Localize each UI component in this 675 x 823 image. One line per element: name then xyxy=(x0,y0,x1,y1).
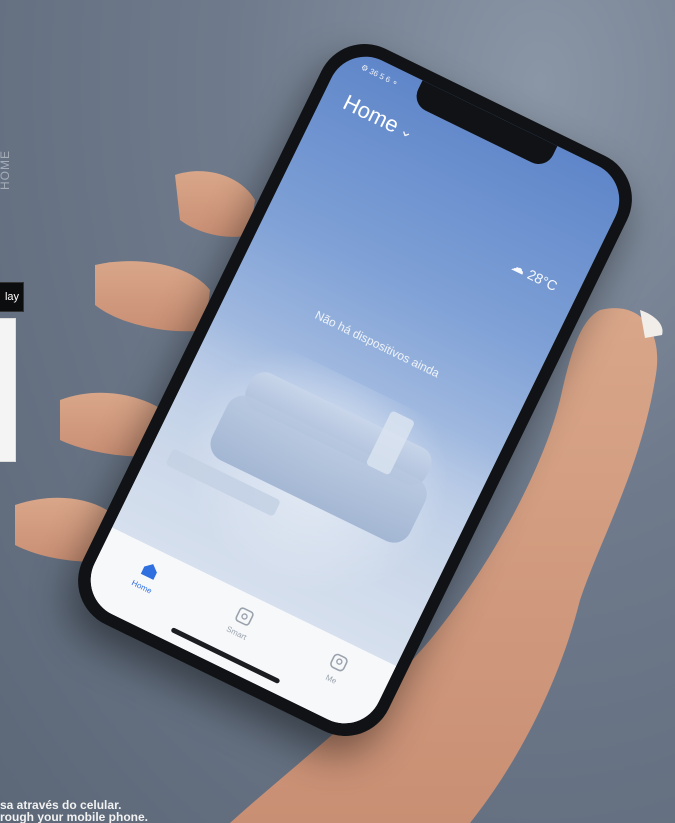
caption-line-1: sa através do celular. xyxy=(0,799,122,811)
tab-home[interactable]: Home xyxy=(129,554,166,596)
weather-label: 28°C xyxy=(525,265,561,294)
caption-line-2: rough your mobile phone. xyxy=(0,811,148,823)
home-selector[interactable]: Home ⌄ xyxy=(339,90,419,147)
smartphone: ⚙ 36 5 6 ⚬ Home ⌄ ☁ 28°C Não há disposit… xyxy=(61,27,649,753)
cloud-icon: ☁ xyxy=(509,257,529,278)
status-bar: ⚙ 36 5 6 ⚬ xyxy=(359,63,399,89)
qr-code-badge xyxy=(0,318,16,462)
badge-label: lay xyxy=(4,291,19,303)
tab-smart[interactable]: Smart xyxy=(224,600,261,642)
status-text: ⚙ 36 5 6 ⚬ xyxy=(359,62,400,89)
phone-screen: ⚙ 36 5 6 ⚬ Home ⌄ ☁ 28°C Não há disposit… xyxy=(77,43,633,737)
tab-me[interactable]: Me xyxy=(318,647,355,689)
caption-block: sa através do celular. rough your mobile… xyxy=(0,799,230,823)
weather-widget[interactable]: ☁ 28°C xyxy=(509,257,561,294)
home-title: Home xyxy=(339,89,403,138)
app-store-badge[interactable]: lay xyxy=(0,282,24,312)
phone-notch xyxy=(411,80,558,170)
side-brand-text: HOME xyxy=(0,150,12,190)
chevron-down-icon: ⌄ xyxy=(396,121,417,143)
